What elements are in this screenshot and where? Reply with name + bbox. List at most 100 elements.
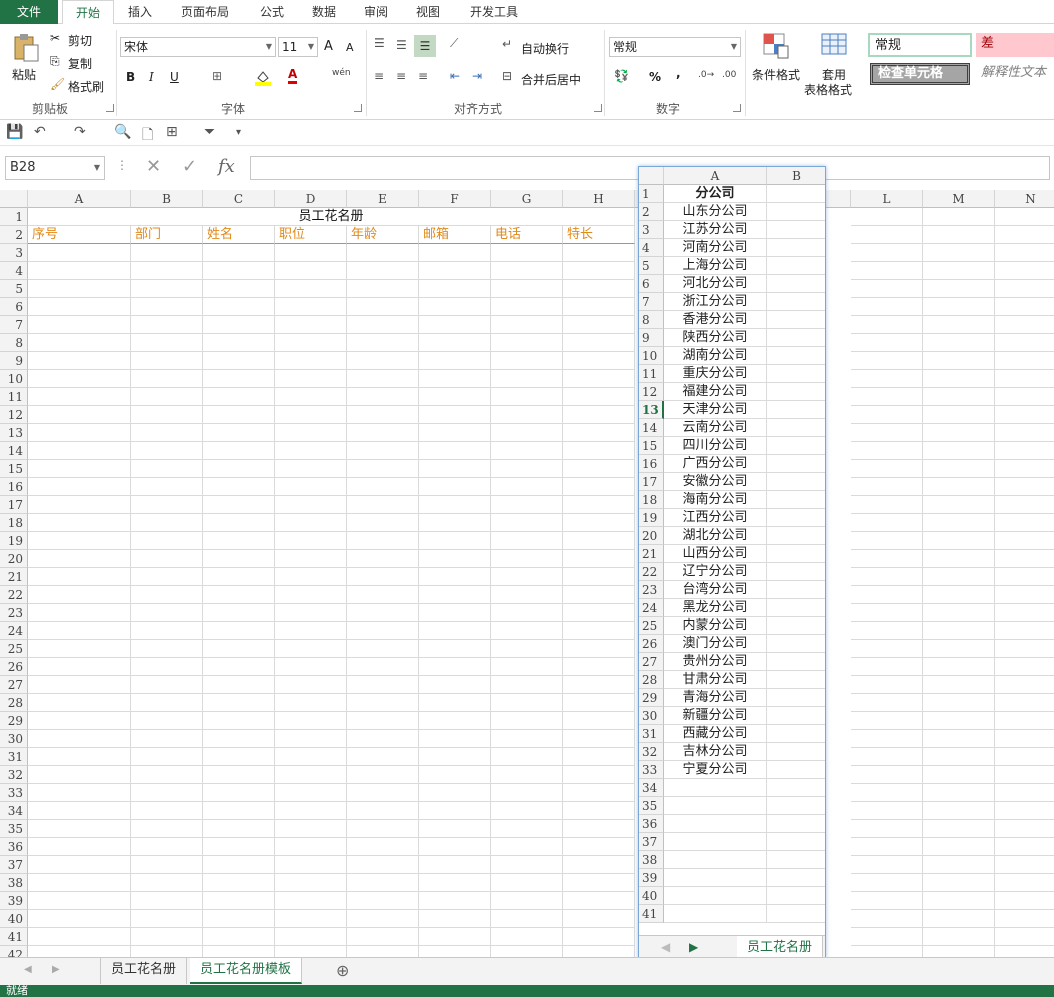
- grid-cell[interactable]: [203, 244, 275, 262]
- customize-qat-icon[interactable]: ▾: [236, 127, 241, 138]
- company-cell[interactable]: 湖南分公司: [664, 347, 767, 365]
- grid-cell[interactable]: [923, 874, 995, 892]
- row-header[interactable]: 20: [0, 550, 28, 568]
- grid-cell[interactable]: [275, 496, 347, 514]
- grid-cell[interactable]: [131, 244, 203, 262]
- grid-cell[interactable]: [203, 622, 275, 640]
- grid-cell[interactable]: [563, 856, 635, 874]
- grid-cell[interactable]: [203, 892, 275, 910]
- grid-cell[interactable]: [995, 892, 1054, 910]
- floating-select-all-corner[interactable]: [639, 167, 664, 185]
- grid-cell[interactable]: [275, 712, 347, 730]
- grid-cell[interactable]: [491, 874, 563, 892]
- grid-cell[interactable]: [851, 478, 923, 496]
- grid-cell[interactable]: [347, 838, 419, 856]
- grid-cell[interactable]: [851, 856, 923, 874]
- grid-cell[interactable]: [347, 730, 419, 748]
- grid-cell[interactable]: [563, 244, 635, 262]
- grid-cell[interactable]: [131, 298, 203, 316]
- grid-cell[interactable]: [923, 676, 995, 694]
- grid-cell[interactable]: [563, 640, 635, 658]
- grid-cell[interactable]: [131, 928, 203, 946]
- border-icon[interactable]: ⊞: [212, 69, 222, 83]
- grid-cell[interactable]: [347, 478, 419, 496]
- grid-cell[interactable]: [767, 275, 825, 293]
- company-cell[interactable]: 新疆分公司: [664, 707, 767, 725]
- grid-cell[interactable]: [995, 856, 1054, 874]
- grid-cell[interactable]: [851, 820, 923, 838]
- grid-cell[interactable]: [419, 424, 491, 442]
- grid-cell[interactable]: [419, 910, 491, 928]
- row-header[interactable]: 31: [0, 748, 28, 766]
- table-format-icon[interactable]: [818, 30, 852, 62]
- grid-cell[interactable]: [767, 239, 825, 257]
- font-color-button[interactable]: A: [288, 68, 298, 84]
- company-cell[interactable]: 贵州分公司: [664, 653, 767, 671]
- company-cell[interactable]: 甘肃分公司: [664, 671, 767, 689]
- grid-cell[interactable]: [851, 406, 923, 424]
- grid-cell[interactable]: [851, 874, 923, 892]
- grid-cell[interactable]: [995, 586, 1054, 604]
- grid-cell[interactable]: [275, 946, 347, 957]
- grid-cell[interactable]: [563, 622, 635, 640]
- grid-cell[interactable]: [923, 208, 995, 226]
- grid-cell[interactable]: [203, 766, 275, 784]
- save-icon[interactable]: 💾: [6, 124, 23, 140]
- floating-row-header[interactable]: 24: [639, 599, 664, 617]
- grid-cell[interactable]: [419, 928, 491, 946]
- grid-cell[interactable]: [851, 730, 923, 748]
- grid-cell[interactable]: [923, 424, 995, 442]
- font-launcher-icon[interactable]: [354, 104, 362, 112]
- grid-cell[interactable]: [28, 478, 131, 496]
- grid-cell[interactable]: [563, 946, 635, 957]
- conditional-format-button[interactable]: 条件格式: [752, 66, 800, 83]
- row-header[interactable]: 24: [0, 622, 28, 640]
- grid-cell[interactable]: [275, 316, 347, 334]
- grid-cell[interactable]: [923, 496, 995, 514]
- row-header[interactable]: 12: [0, 406, 28, 424]
- grid-cell[interactable]: [923, 370, 995, 388]
- grid-cell[interactable]: [851, 424, 923, 442]
- grid-cell[interactable]: [563, 352, 635, 370]
- grid-cell[interactable]: [28, 928, 131, 946]
- grid-cell[interactable]: [203, 946, 275, 957]
- grid-cell[interactable]: [347, 784, 419, 802]
- floating-row-header[interactable]: 38: [639, 851, 664, 869]
- grid-cell[interactable]: [995, 676, 1054, 694]
- floating-row-header[interactable]: 37: [639, 833, 664, 851]
- grid-cell[interactable]: [131, 676, 203, 694]
- grid-cell[interactable]: [563, 928, 635, 946]
- grid-cell[interactable]: [851, 280, 923, 298]
- print-preview-icon[interactable]: 🔍: [114, 124, 131, 140]
- shrink-font-button[interactable]: A: [346, 41, 354, 54]
- grid-cell[interactable]: [563, 424, 635, 442]
- grid-cell[interactable]: [563, 748, 635, 766]
- grid-cell[interactable]: [419, 874, 491, 892]
- phonetic-button[interactable]: wén: [332, 68, 351, 78]
- grid-cell[interactable]: [995, 316, 1054, 334]
- column-header[interactable]: B: [131, 190, 203, 208]
- floating-row-header[interactable]: 3: [639, 221, 664, 239]
- grid-cell[interactable]: [563, 460, 635, 478]
- row-header[interactable]: 40: [0, 910, 28, 928]
- grid-cell[interactable]: [851, 658, 923, 676]
- grid-cell[interactable]: [28, 496, 131, 514]
- grid-cell[interactable]: [767, 887, 825, 905]
- add-sheet-icon[interactable]: ⊕: [336, 961, 349, 980]
- grid-cell[interactable]: [203, 658, 275, 676]
- floating-row-header[interactable]: 21: [639, 545, 664, 563]
- grid-cell[interactable]: [767, 185, 825, 203]
- grid-cell[interactable]: [923, 658, 995, 676]
- grid-cell[interactable]: [995, 514, 1054, 532]
- grid-cell[interactable]: [347, 406, 419, 424]
- grid-cell[interactable]: [203, 568, 275, 586]
- grid-cell[interactable]: [923, 802, 995, 820]
- company-cell[interactable]: 吉林分公司: [664, 743, 767, 761]
- font-size-select[interactable]: 11 ▼: [278, 37, 318, 57]
- grid-cell[interactable]: [767, 779, 825, 797]
- grid-cell[interactable]: [563, 568, 635, 586]
- paste-button[interactable]: 粘贴: [12, 66, 36, 83]
- increase-indent-icon[interactable]: ⇥: [472, 69, 482, 83]
- tab-7[interactable]: 视图: [404, 0, 452, 24]
- grid-cell[interactable]: [419, 676, 491, 694]
